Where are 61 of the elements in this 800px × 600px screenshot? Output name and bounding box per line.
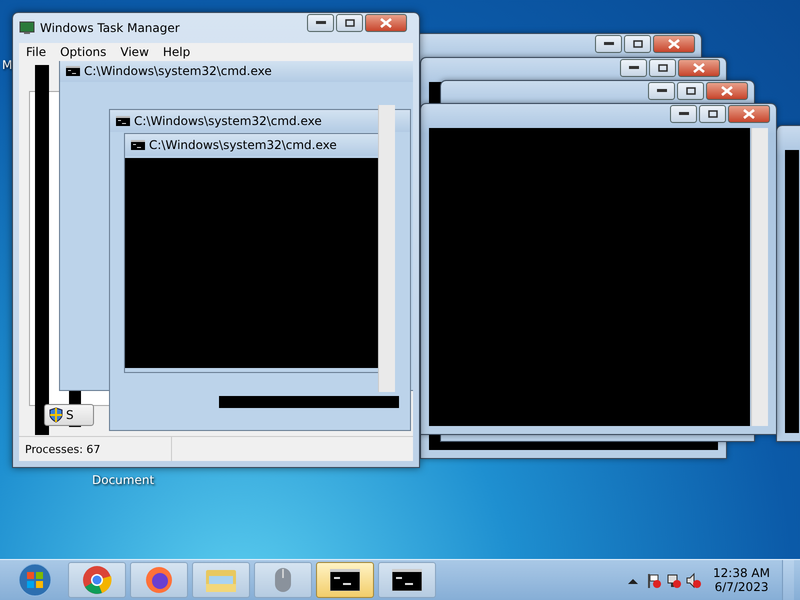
minimize-icon	[316, 21, 326, 25]
clock-date: 6/7/2023	[714, 580, 768, 594]
console-icon	[66, 66, 80, 76]
taskbar-button[interactable]	[378, 562, 436, 598]
flag-icon[interactable]	[645, 572, 662, 588]
shield-icon	[49, 407, 63, 423]
minimize-icon	[628, 66, 638, 70]
minimize-icon	[604, 42, 614, 46]
minimize-button[interactable]	[670, 105, 697, 123]
network-icon[interactable]	[665, 572, 682, 588]
maximize-button[interactable]	[699, 105, 726, 123]
menu-item[interactable]: Help	[156, 45, 198, 59]
browser-icon	[144, 565, 174, 595]
close-icon	[743, 109, 755, 119]
close-button[interactable]	[365, 14, 407, 32]
monitor-icon	[19, 21, 35, 35]
menu-item[interactable]: Options	[53, 45, 114, 59]
maximize-button[interactable]	[624, 35, 651, 53]
minimize-icon	[678, 112, 688, 116]
maximize-icon	[344, 19, 354, 27]
minimize-button[interactable]	[648, 82, 675, 100]
start-orb-icon	[18, 563, 52, 597]
minimize-icon	[656, 89, 666, 93]
maximize-icon	[658, 64, 668, 72]
scrollbar[interactable]	[751, 128, 768, 426]
minimize-button[interactable]	[307, 14, 334, 32]
menu-item[interactable]: File	[19, 45, 54, 59]
maximize-button[interactable]	[677, 82, 704, 100]
mouse-icon	[274, 567, 292, 593]
speaker-muted-icon[interactable]	[685, 572, 702, 588]
close-button[interactable]	[728, 105, 770, 123]
console-icon	[131, 140, 145, 150]
menu-item[interactable]: View	[113, 45, 156, 59]
window-title: C:\Windows\system32\cmd.exe	[134, 114, 322, 128]
maximize-icon	[632, 40, 642, 48]
window-title: Windows Task Manager	[40, 21, 180, 35]
console-icon	[330, 569, 360, 591]
close-button[interactable]	[653, 35, 695, 53]
desktop-icon-label[interactable]: M	[2, 58, 12, 72]
close-icon	[668, 39, 680, 49]
close-icon	[693, 63, 705, 73]
end-process-button[interactable]: S	[44, 404, 94, 426]
browser-icon	[82, 565, 112, 595]
maximize-button[interactable]	[649, 59, 676, 77]
close-icon	[721, 86, 733, 96]
close-button[interactable]	[678, 59, 720, 77]
close-icon	[380, 18, 392, 28]
maximize-icon	[708, 110, 718, 118]
window-title: C:\Windows\system32\cmd.exe	[84, 64, 272, 78]
scrollbar[interactable]	[378, 105, 395, 392]
minimize-button[interactable]	[595, 35, 622, 53]
clock-time: 12:38 AM	[713, 566, 770, 580]
status-text: Processes: 67	[19, 437, 172, 461]
console-icon	[116, 116, 130, 126]
close-button[interactable]	[706, 82, 748, 100]
taskbar-button[interactable]	[316, 562, 374, 598]
window-title: C:\Windows\system32\cmd.exe	[149, 138, 337, 152]
maximize-icon	[686, 87, 696, 95]
maximize-button[interactable]	[336, 14, 363, 32]
console-icon	[392, 569, 422, 591]
minimize-button[interactable]	[620, 59, 647, 77]
